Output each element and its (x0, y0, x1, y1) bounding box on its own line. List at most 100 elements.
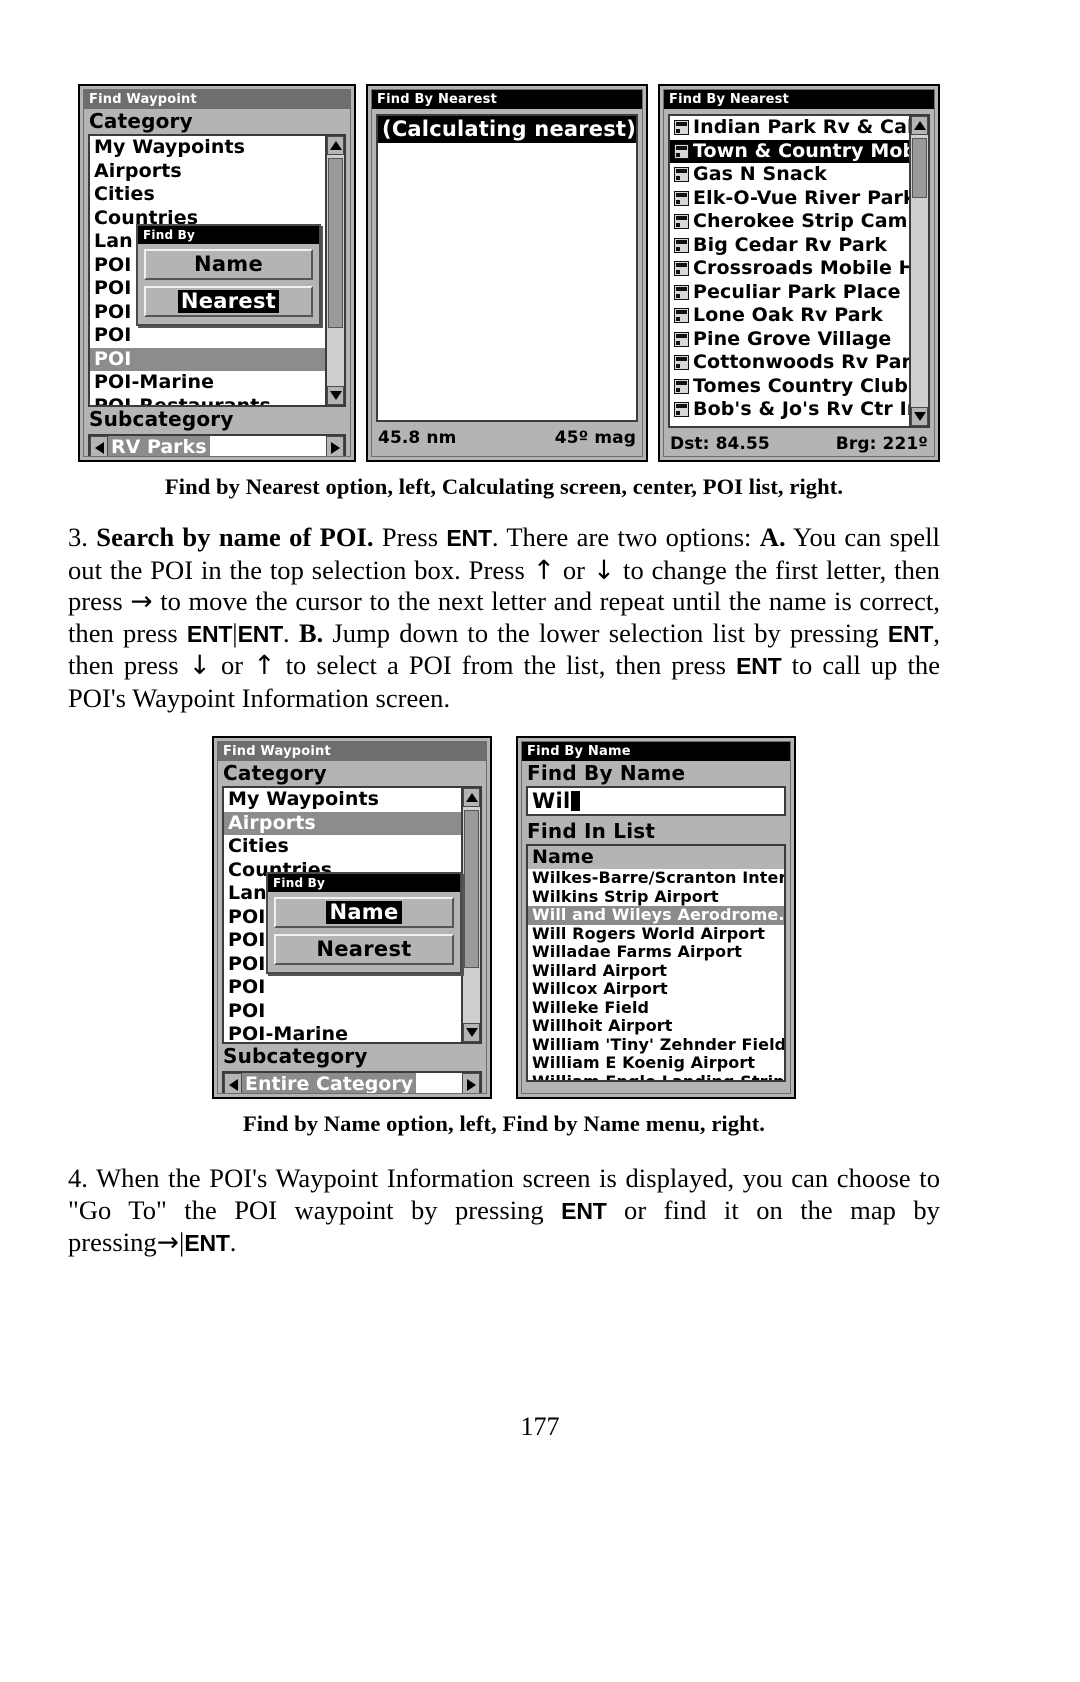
find-by-nearest-label: Nearest (177, 290, 280, 313)
list-item[interactable]: Crossroads Mobile Ho (670, 257, 909, 281)
list-item[interactable]: William 'Tiny' Zehnder Field (528, 1036, 784, 1055)
scrollbar-thumb[interactable] (464, 810, 479, 968)
list-item[interactable]: Airports (90, 160, 325, 184)
vertical-scrollbar[interactable] (461, 788, 480, 1042)
spinner-prev-icon[interactable] (224, 1073, 242, 1093)
subcategory-label: Subcategory (84, 407, 351, 432)
list-item[interactable]: POI-Restaurants (90, 395, 325, 406)
list-item[interactable]: Cities (224, 835, 461, 859)
list-item-label: Elk-O-Vue River Park (693, 186, 909, 209)
list-item[interactable]: Willadae Farms Airport (528, 943, 784, 962)
list-item[interactable]: Big Cedar Rv Park (670, 234, 909, 258)
window-title: Find Waypoint (84, 90, 351, 109)
poi-icon (674, 190, 689, 206)
find-by-nearest-button[interactable]: Nearest (144, 286, 313, 317)
find-by-dialog: Find By Name Nearest (136, 224, 321, 326)
scroll-down-icon[interactable] (463, 1023, 480, 1042)
column-header-name: Name (528, 846, 784, 869)
scroll-down-icon[interactable] (911, 407, 928, 426)
spinner-prev-icon[interactable] (90, 436, 108, 456)
list-item-selected[interactable]: Airports (224, 811, 461, 835)
figure-1-screens: Find Waypoint Category My Waypoints Airp… (78, 84, 940, 462)
list-item[interactable]: Bob's & Jo's Rv Ctr In (670, 398, 909, 422)
gps-screen-find-waypoint-name: Find Waypoint Category My Waypoints Airp… (212, 736, 492, 1099)
list-item-selected[interactable]: POI (90, 347, 326, 371)
name-results-listbox[interactable]: Name Wilkes-Barre/Scranton International… (526, 844, 786, 1082)
list-item[interactable]: Willhoit Airport (528, 1017, 784, 1036)
subcategory-value-wrap: Entire Category (242, 1073, 462, 1093)
poi-icon (674, 167, 689, 183)
scrollbar-thumb[interactable] (912, 138, 927, 198)
list-item[interactable]: Elk-O-Vue River Park (670, 187, 909, 211)
list-item-label: Cherokee Strip Campg (693, 210, 909, 232)
list-item-selected[interactable]: Will and Wileys Aerodrome... (528, 906, 784, 925)
scroll-up-icon[interactable] (327, 136, 345, 155)
scrollbar-thumb[interactable] (328, 158, 344, 328)
gps-screen-calculating: Find By Nearest (Calculating nearest) 45… (366, 84, 648, 462)
list-item[interactable]: Lone Oak Rv Park (670, 304, 909, 328)
list-item[interactable]: Cities (90, 183, 325, 207)
find-by-nearest-button[interactable]: Nearest (274, 934, 454, 965)
category-label: Category (84, 109, 351, 134)
find-by-name-button[interactable]: Name (144, 249, 313, 280)
list-item[interactable]: POI (90, 324, 325, 348)
vertical-scrollbar[interactable] (909, 116, 928, 426)
list-item[interactable]: Indian Park Rv & Cab (670, 116, 909, 140)
spinner-next-icon[interactable] (462, 1073, 480, 1093)
poi-listbox[interactable]: Indian Park Rv & Cab Town & Country Mob … (668, 114, 930, 428)
find-by-name-button[interactable]: Name (274, 897, 454, 928)
list-item[interactable]: My Waypoints (90, 136, 325, 160)
key-ent: ENT (186, 620, 233, 647)
list-item-selected[interactable]: Town & Country Mob (670, 139, 909, 163)
list-item[interactable]: Willcox Airport (528, 980, 784, 999)
scroll-down-icon[interactable] (327, 386, 345, 405)
step-3-text-4: or (562, 554, 586, 585)
category-label: Category (218, 761, 486, 786)
step-4-text-3: . (229, 1227, 237, 1257)
spinner-next-icon[interactable] (326, 436, 345, 456)
poi-icon (674, 261, 689, 277)
list-item[interactable]: Gas N Snack (670, 163, 909, 187)
list-item[interactable]: William Engle Landing Strip (528, 1073, 784, 1081)
step-4-paragraph: 4. When the POI's Waypoint Information s… (68, 1163, 940, 1260)
list-item[interactable]: POI-Marine (90, 371, 325, 395)
name-search-value: Wil (532, 789, 571, 813)
list-item[interactable]: Cherokee Strip Campg (670, 210, 909, 234)
scroll-up-icon[interactable] (911, 116, 928, 135)
find-by-name-label: Name (326, 901, 402, 924)
step-3-text-8: Jump down to the lower selection list by… (332, 617, 879, 648)
list-item[interactable]: Cottonwoods Rv Park (670, 351, 909, 375)
window-title: Find By Nearest (372, 90, 642, 109)
list-item[interactable]: Tomes Country Club (670, 375, 909, 399)
list-item[interactable]: Will Rogers World Airport (528, 925, 784, 944)
list-item[interactable]: Pine Grove Village (670, 328, 909, 352)
list-item[interactable]: Wilkins Strip Airport (528, 888, 784, 907)
gps-screen-poi-list: Find By Nearest Indian Park Rv & Cab Tow… (658, 84, 940, 462)
list-item[interactable]: Wilkes-Barre/Scranton International (528, 869, 784, 888)
list-item[interactable]: Peculiar Park Place (670, 281, 909, 305)
scroll-up-icon[interactable] (463, 788, 480, 807)
page-content: Find Waypoint Category My Waypoints Airp… (68, 84, 940, 1260)
list-item[interactable]: Willard Airport (528, 962, 784, 981)
name-search-input[interactable]: Wil (526, 786, 786, 816)
step-3-text-2: . There are two options: (491, 522, 752, 552)
status-bearing: Brg: 221º (835, 434, 928, 454)
window-title: Find By Name (522, 742, 790, 761)
list-item[interactable]: Willeke Field (528, 999, 784, 1018)
step-3-text-7: . (283, 617, 290, 648)
subcategory-spinner[interactable]: Entire Category (222, 1071, 482, 1093)
vertical-scrollbar[interactable] (325, 136, 345, 405)
list-item[interactable]: William E Koenig Airport (528, 1054, 784, 1073)
screen-body: Find By Name Find By Name Wil Find In Li… (521, 741, 791, 1094)
dialog-title: Find By (138, 226, 319, 244)
list-item[interactable]: POI (224, 1000, 461, 1024)
list-item[interactable]: POI-Marine (224, 1023, 461, 1042)
figure-2-screens: Find Waypoint Category My Waypoints Airp… (212, 736, 940, 1099)
screen-body: Find By Nearest (Calculating nearest) 45… (371, 89, 643, 457)
list-item[interactable]: POI (224, 976, 461, 1000)
poi-icon (674, 331, 689, 347)
figure-1-caption: Find by Nearest option, left, Calculatin… (164, 474, 844, 499)
subcategory-spinner[interactable]: RV Parks (88, 434, 347, 456)
list-item[interactable]: My Waypoints (224, 788, 461, 812)
key-ent: ENT (561, 1197, 607, 1224)
